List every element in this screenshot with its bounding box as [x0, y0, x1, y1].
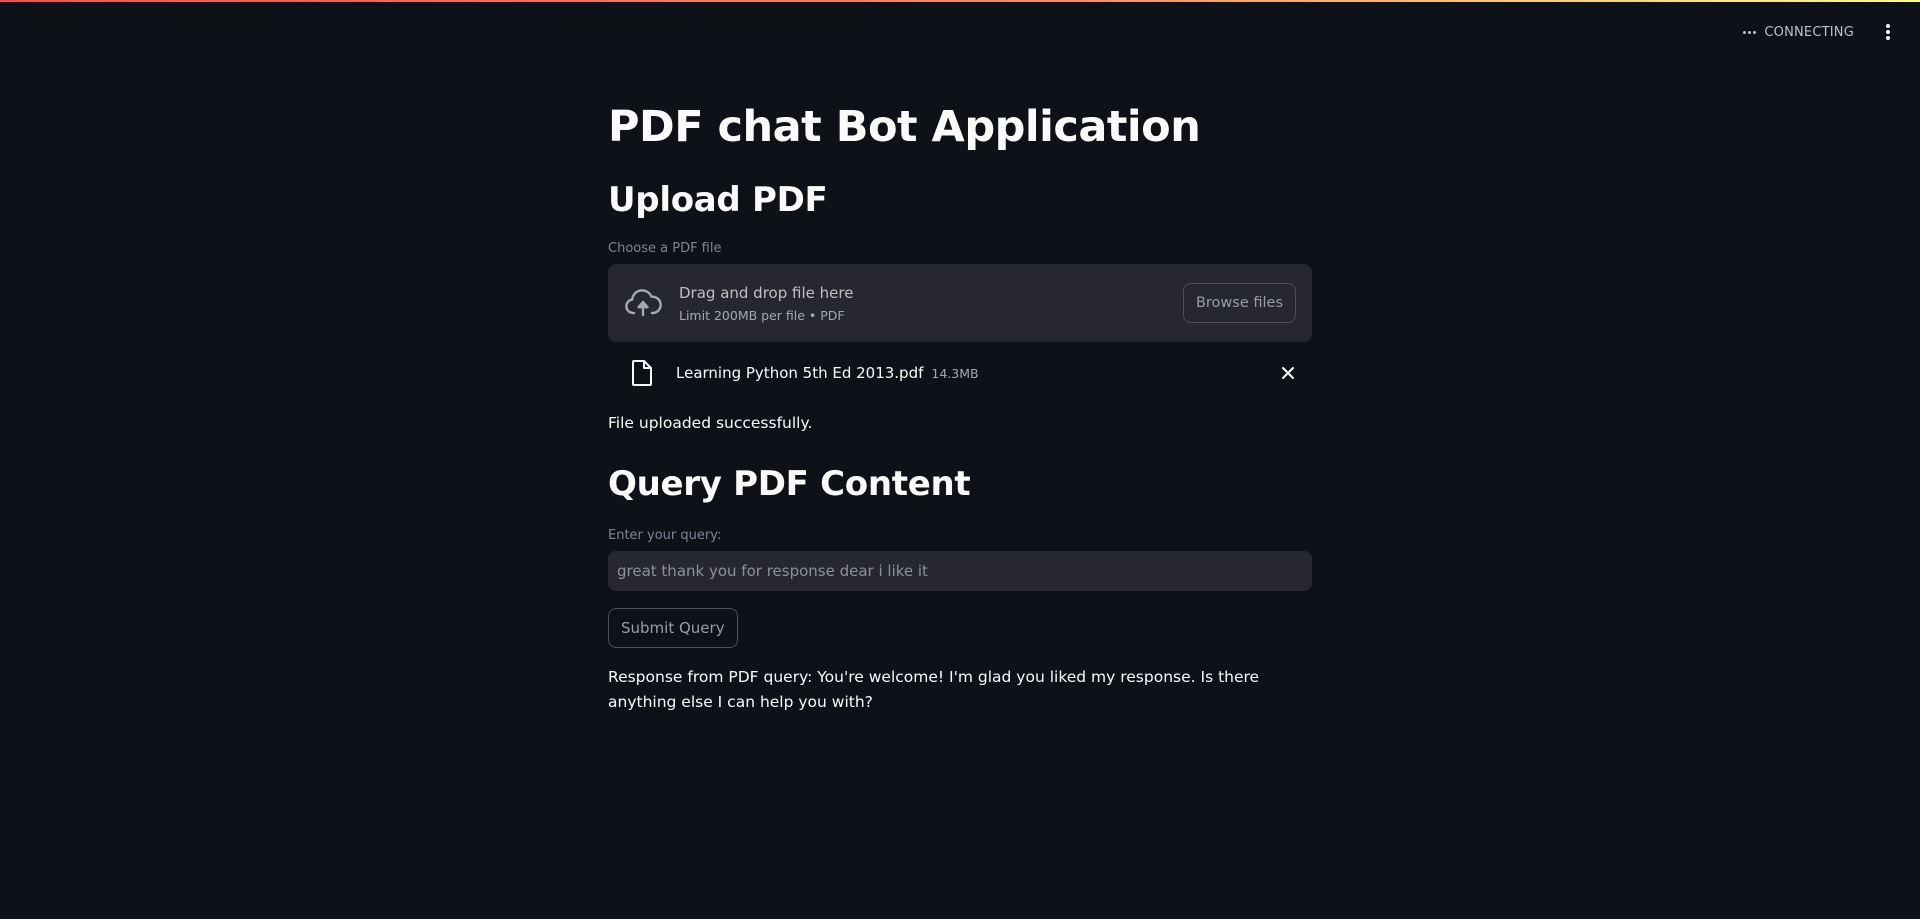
top-toolbar: CONNECTING [1743, 22, 1896, 42]
main-content: PDF chat Bot Application Upload PDF Choo… [608, 100, 1312, 715]
more-vertical-icon[interactable] [1880, 22, 1896, 42]
connection-status-label: CONNECTING [1764, 24, 1854, 40]
dropzone-title: Drag and drop file here [679, 283, 854, 302]
uploader-label: Choose a PDF file [608, 241, 722, 257]
dropzone-text: Drag and drop file here Limit 200MB per … [679, 284, 1183, 323]
more-horizontal-icon [1743, 30, 1757, 34]
top-decoration-bar [0, 0, 1920, 2]
page-title: PDF chat Bot Application [608, 102, 1201, 152]
query-input[interactable]: great thank you for response dear i like… [608, 551, 1312, 592]
query-heading: Query PDF Content [608, 464, 971, 505]
close-icon[interactable] [1280, 365, 1296, 381]
file-icon [630, 359, 654, 387]
upload-success-message: File uploaded successfully. [608, 414, 813, 433]
file-dropzone[interactable]: Drag and drop file here Limit 200MB per … [608, 264, 1312, 343]
file-size: 14.3MB [931, 365, 979, 381]
browse-files-button[interactable]: Browse files [1182, 283, 1296, 324]
upload-heading: Upload PDF [608, 179, 828, 220]
dropzone-subtitle: Limit 200MB per file • PDF [679, 307, 845, 323]
query-label: Enter your query: [608, 528, 722, 544]
connection-status: CONNECTING [1743, 25, 1854, 40]
file-name: Learning Python 5th Ed 2013.pdf [676, 364, 924, 383]
uploaded-file-item: Learning Python 5th Ed 2013.pdf 14.3MB [608, 353, 1312, 393]
submit-query-button[interactable]: Submit Query [608, 608, 738, 649]
query-response: Response from PDF query: You're welcome!… [608, 668, 1260, 712]
cloud-upload-icon [624, 288, 662, 318]
